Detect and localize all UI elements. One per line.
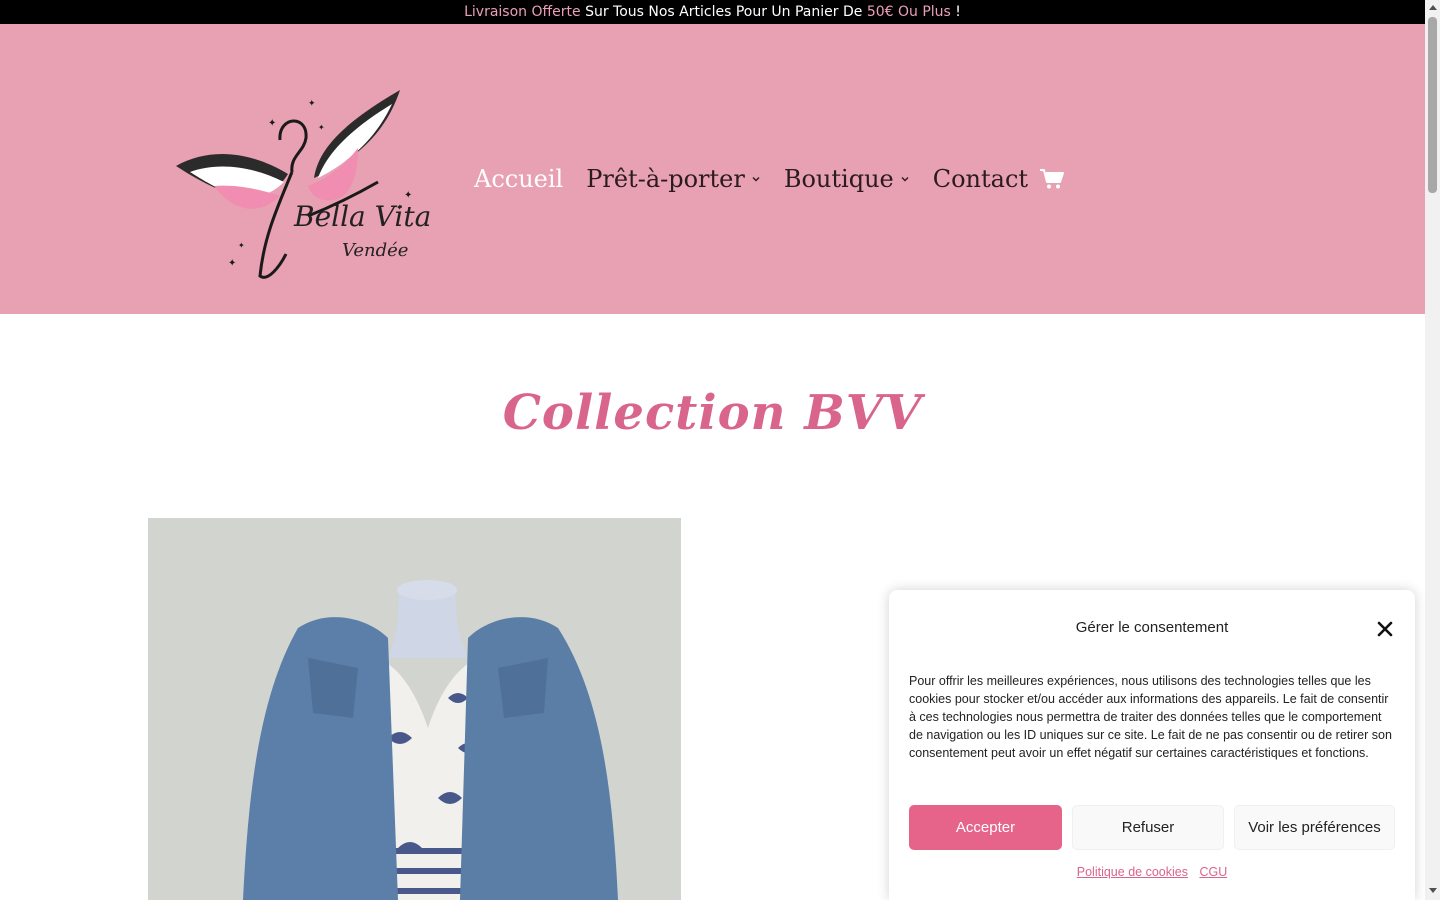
consent-links: Politique de cookies CGU	[889, 865, 1415, 879]
consent-description: Pour offrir les meilleures expériences, …	[909, 674, 1392, 760]
refuse-button[interactable]: Refuser	[1072, 805, 1224, 850]
consent-title: Gérer le consentement	[1075, 619, 1229, 636]
nav-item-contact[interactable]: Contact	[933, 165, 1028, 193]
brand-subtitle: Vendée	[342, 240, 409, 261]
scrollbar-thumb[interactable]	[1428, 17, 1437, 193]
promo-end: !	[950, 4, 961, 20]
promo-highlight-shipping: Livraison Offerte	[464, 4, 581, 20]
nav-item-pret-a-porter[interactable]: Prêt-à-porter	[586, 165, 761, 193]
accept-button[interactable]: Accepter	[909, 805, 1062, 850]
promo-bar: Livraison Offerte Sur Tous Nos Articles …	[0, 0, 1425, 24]
close-icon[interactable]	[1376, 620, 1394, 638]
svg-text:✦: ✦	[308, 99, 316, 109]
shopping-cart-icon[interactable]	[1039, 168, 1065, 190]
product-image[interactable]	[148, 518, 681, 900]
cookie-policy-link[interactable]: Politique de cookies	[1077, 865, 1188, 879]
scroll-up-arrow-icon[interactable]	[1429, 5, 1437, 10]
page-title: Collection BVV	[502, 385, 923, 441]
nav-item-label: Accueil	[474, 165, 564, 193]
chevron-down-icon	[901, 177, 909, 182]
cookie-consent-dialog: Gérer le consentement Pour offrir les me…	[889, 590, 1415, 900]
nav-item-label: Prêt-à-porter	[586, 165, 745, 193]
chevron-down-icon	[752, 177, 760, 182]
nav-item-label: Boutique	[783, 165, 894, 193]
wings-icon: ✦ ✦ ✦ ✦ ✦ ✦ ✦	[176, 90, 412, 279]
product-photo-illustration	[148, 518, 681, 900]
brand-name: Bella Vita	[294, 200, 432, 233]
scroll-down-arrow-icon[interactable]	[1429, 888, 1437, 893]
svg-text:✦: ✦	[228, 258, 236, 269]
cgu-link[interactable]: CGU	[1199, 865, 1227, 879]
brand-logo[interactable]: ✦ ✦ ✦ ✦ ✦ ✦ ✦ Bella Vita Vendée	[168, 86, 453, 286]
nav-item-label: Contact	[932, 165, 1029, 193]
nav-item-boutique[interactable]: Boutique	[784, 165, 910, 193]
svg-text:✦: ✦	[238, 241, 245, 250]
promo-text: Sur Tous Nos Articles Pour Un Panier De	[580, 4, 867, 20]
promo-highlight-amount: 50€ Ou Plus	[866, 4, 951, 20]
page-scrollbar[interactable]	[1425, 0, 1440, 900]
nav-item-accueil[interactable]: Accueil	[474, 165, 563, 193]
site-header: ✦ ✦ ✦ ✦ ✦ ✦ ✦ Bella Vita Vendée Accueil …	[0, 24, 1425, 314]
svg-text:✦: ✦	[268, 118, 276, 129]
view-preferences-button[interactable]: Voir les préférences	[1234, 805, 1395, 850]
main-nav: Accueil Prêt-à-porter Boutique Contact	[474, 162, 1065, 196]
svg-text:✦: ✦	[318, 123, 325, 132]
